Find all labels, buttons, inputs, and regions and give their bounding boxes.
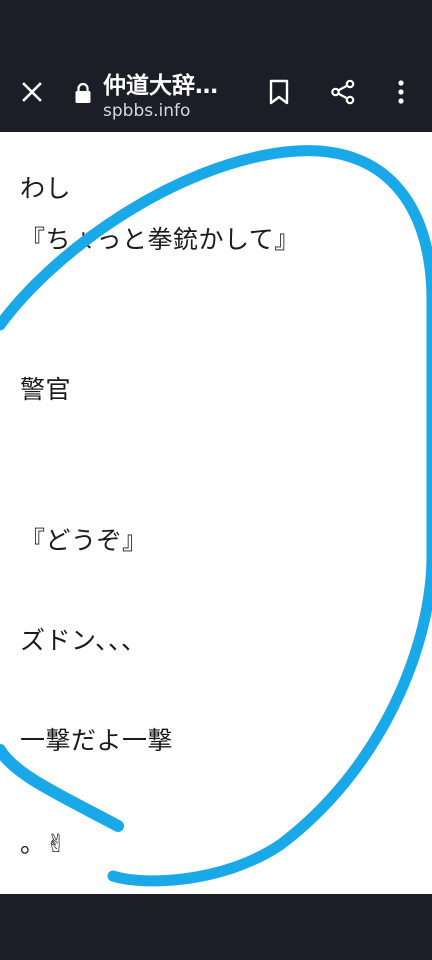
text-line-one-shot: 一撃だよ一撃 — [20, 726, 174, 755]
text-line-washi: わし — [20, 174, 72, 203]
close-icon — [22, 82, 42, 102]
page-content: わし 『ちょっと拳銃かして』 警官 『どうぞ』 ズドン、、、 一撃だよ一撃 。✌ — [0, 132, 432, 894]
more-options-button[interactable] — [377, 52, 425, 132]
lock-icon — [72, 80, 94, 106]
status-bar — [0, 0, 432, 52]
bookmark-button[interactable] — [255, 52, 303, 132]
page-url[interactable]: spbbs.info — [103, 101, 190, 121]
share-icon — [331, 79, 355, 105]
text-line-quote-please: 『どうぞ』 — [20, 526, 148, 555]
text-line-bang: ズドン、、、 — [20, 626, 147, 655]
share-button[interactable] — [319, 52, 367, 132]
bookmark-icon — [269, 79, 289, 105]
more-vert-icon — [398, 80, 404, 104]
page-title[interactable]: 仲道大辞… — [103, 66, 243, 100]
text-line-quote-gun: 『ちょっと拳銃かして』 — [20, 225, 300, 254]
close-button[interactable] — [8, 52, 56, 132]
bottom-navigation-bar — [0, 894, 432, 960]
text-line-peace: 。✌ — [20, 829, 67, 858]
browser-toolbar: 仲道大辞… spbbs.info — [0, 52, 432, 132]
text-line-police: 警官 — [20, 375, 72, 404]
